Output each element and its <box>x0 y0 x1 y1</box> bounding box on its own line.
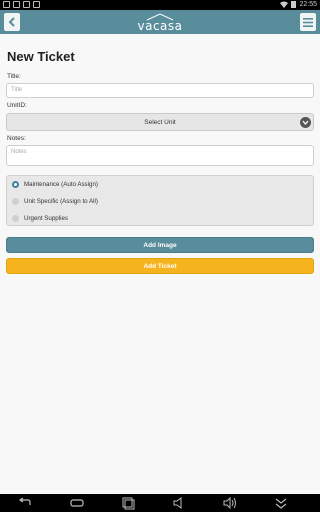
recents-nav-icon[interactable] <box>121 496 135 510</box>
radio-label: Maintenance (Auto Assign) <box>24 181 98 188</box>
radio-unselected-icon <box>12 215 19 222</box>
notification-icon <box>3 1 10 8</box>
title-input[interactable]: Title <box>6 83 314 98</box>
status-bar: 22:55 <box>0 0 320 10</box>
chevron-down-icon <box>300 117 311 128</box>
home-nav-icon[interactable] <box>70 496 84 510</box>
add-ticket-button[interactable]: Add Ticket <box>6 258 314 274</box>
notification-icon <box>33 1 40 8</box>
status-clock: 22:55 <box>299 1 317 8</box>
title-label: Title: <box>7 73 21 80</box>
radio-unit-specific[interactable]: Unit Specific (Assign to All) <box>7 193 313 210</box>
ticket-type-radio-group: Maintenance (Auto Assign) Unit Specific … <box>6 175 314 226</box>
hamburger-menu-icon <box>303 17 313 27</box>
notes-label: Notes: <box>7 135 26 142</box>
collapse-nav-icon[interactable] <box>274 496 288 510</box>
back-nav-icon[interactable] <box>18 496 32 510</box>
notification-icons <box>3 1 40 8</box>
notification-icon <box>23 1 30 8</box>
title-placeholder: Title <box>11 87 23 93</box>
notification-icon <box>13 1 20 8</box>
app-bar: vacasa <box>0 10 320 34</box>
menu-button[interactable] <box>300 13 316 31</box>
page-title: New Ticket <box>7 49 75 64</box>
unit-select[interactable]: Select Unit <box>6 113 314 131</box>
radio-maintenance[interactable]: Maintenance (Auto Assign) <box>7 176 313 193</box>
battery-icon <box>291 1 297 8</box>
radio-label: Urgent Supplies <box>24 215 69 222</box>
radio-unselected-icon <box>12 198 19 205</box>
unit-select-value: Select Unit <box>144 119 176 126</box>
main-content: New Ticket Title: Title UnitID: Select U… <box>0 34 320 494</box>
volume-down-icon[interactable] <box>172 496 186 510</box>
add-image-button[interactable]: Add Image <box>6 237 314 253</box>
volume-up-icon[interactable] <box>223 496 237 510</box>
wifi-icon <box>280 1 289 8</box>
radio-selected-icon <box>12 181 19 188</box>
back-button[interactable] <box>4 13 20 31</box>
brand-name: vacasa <box>137 19 183 33</box>
brand-logo: vacasa <box>0 10 320 34</box>
notes-textarea[interactable]: Notes <box>6 145 314 166</box>
radio-urgent-supplies[interactable]: Urgent Supplies <box>7 210 313 227</box>
radio-label: Unit Specific (Assign to All) <box>24 198 98 205</box>
system-nav-bar <box>0 494 320 512</box>
chevron-left-icon <box>8 17 15 27</box>
unit-label: UnitID: <box>7 102 27 109</box>
notes-placeholder: Notes <box>11 149 27 155</box>
